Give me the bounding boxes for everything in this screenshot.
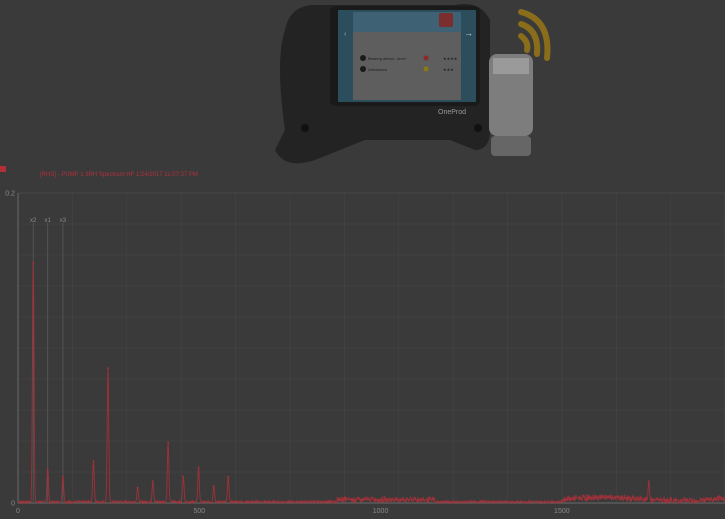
spectrum-peak-point xyxy=(227,475,230,478)
spectrum-peak-point xyxy=(107,367,109,370)
spectrum-peak-point xyxy=(46,468,49,470)
y-tick-label: 0.2 xyxy=(5,191,15,198)
spectrum-peak-point xyxy=(212,485,215,487)
marker-label: x3 xyxy=(60,218,67,224)
y-tick-label: 0 xyxy=(11,501,15,508)
spectrum-peak-point xyxy=(197,466,200,469)
x-tick-label: 0 xyxy=(16,508,20,515)
spectrum-peak-point xyxy=(32,261,35,264)
spectrum-line xyxy=(17,262,725,505)
spectrum-peak-point xyxy=(136,486,139,489)
spectrum-peak-point xyxy=(647,480,650,483)
spectrum-peak-point xyxy=(92,460,95,463)
spectrum-peak-point xyxy=(62,475,64,478)
spectrum-chart: 0 500 1000 1500 0 0.2 x2 x1 x3 xyxy=(5,191,725,515)
spectrum-peak-point xyxy=(182,475,185,478)
x-tick-label: 1500 xyxy=(554,508,570,515)
app-stage: Bearing defect - level Unbalance ★★★★ ★★… xyxy=(0,0,725,519)
spectrum-peak-point xyxy=(167,441,170,444)
spectrum-peak-point xyxy=(151,480,154,483)
x-tick-label: 500 xyxy=(193,508,205,515)
marker-label: x1 xyxy=(45,218,52,224)
x-tick-label: 1000 xyxy=(373,508,389,515)
marker-label: x2 xyxy=(30,218,37,224)
